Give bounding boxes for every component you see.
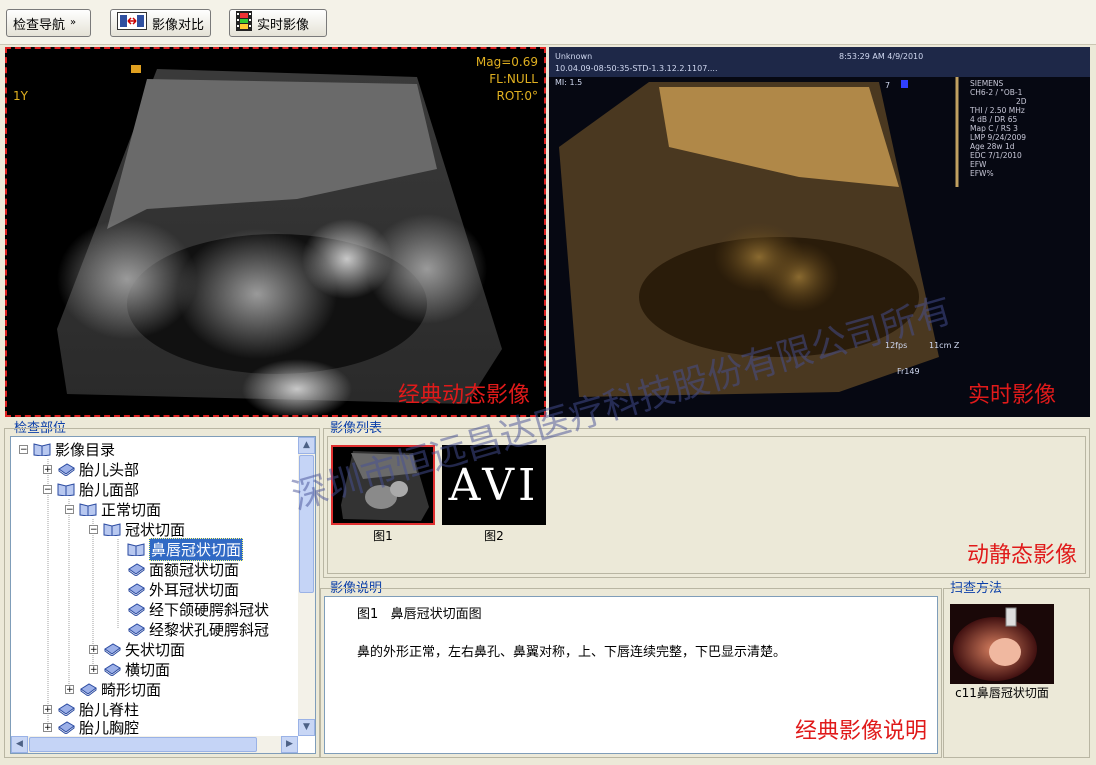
selected-label: 鼻唇冠状切面 (149, 537, 244, 561)
mi-readout: MI: 1.5 (555, 78, 583, 87)
collapse-icon[interactable]: − (65, 504, 74, 514)
tree-item-sagittal-section[interactable]: + 矢状切面 (89, 639, 185, 659)
thumbnail-1[interactable] (331, 445, 435, 525)
exam-nav-label: 检查导航 (13, 17, 66, 33)
tree-item-fetal-chest[interactable]: + 胎儿胸腔 (43, 717, 139, 737)
expand-icon[interactable]: + (43, 704, 52, 714)
thumbnail-1-label: 图1 (373, 529, 393, 543)
scroll-down-button[interactable]: ▼ (298, 719, 315, 736)
open-book-icon (33, 442, 51, 457)
live-image-viewer[interactable]: Unknown 10.04.09-08:50:35-STD-1.3.12.2.1… (549, 47, 1090, 417)
thumbnail-1-image (341, 451, 429, 521)
description-caption: 经典影像说明 (794, 719, 927, 744)
expand-icon[interactable]: + (89, 664, 98, 674)
timestamp: 8:53:29 AM 4/9/2010 (839, 52, 924, 61)
fl-readout: FL:NULL (489, 72, 538, 86)
tree-item-abnormal-section[interactable]: + 畸形切面 (65, 679, 161, 699)
expand-icon[interactable]: + (43, 722, 52, 732)
scroll-up-button[interactable]: ▲ (298, 437, 315, 454)
description-heading: 图1 鼻唇冠状切面图 (357, 607, 482, 622)
collapse-icon[interactable]: − (89, 524, 98, 534)
book-icon (127, 602, 145, 617)
scan-diagram (953, 607, 1037, 681)
rot-readout: ROT:0° (496, 89, 538, 103)
age-tag: 1Y (13, 89, 28, 103)
image-list-caption: 动静态影像 (966, 543, 1077, 568)
tree-item-transverse-section[interactable]: + 横切面 (89, 659, 170, 679)
open-book-icon (57, 482, 75, 497)
tree-item-fetal-head[interactable]: + 胎儿头部 (43, 459, 139, 479)
exam-nav-button[interactable]: 检查导航 » (6, 9, 91, 37)
tree-item-fetal-face[interactable]: − 胎儿面部 (43, 479, 139, 499)
live-image-label: 实时影像 (257, 17, 310, 33)
tree-item-coronal-section[interactable]: − 冠状切面 (89, 519, 185, 539)
tree-item-nose-lip-coronal[interactable]: 鼻唇冠状切面 (127, 537, 244, 561)
frame-marker: 7 (885, 81, 891, 90)
tree-item-image-catalog[interactable]: − 影像目录 (19, 439, 115, 459)
scroll-thumb[interactable] (299, 455, 314, 593)
tree-item-normal-section[interactable]: − 正常切面 (65, 499, 161, 519)
tree-horizontal-scrollbar[interactable]: ◀ ▶ (11, 736, 298, 753)
collapse-icon[interactable]: − (19, 444, 28, 454)
expand-icon[interactable]: + (89, 644, 98, 654)
patient-name: Unknown (555, 52, 593, 61)
double-chevron-down-icon: » (70, 17, 77, 28)
h-scroll-thumb[interactable] (29, 737, 257, 752)
classic-dynamic-viewer[interactable]: Mag=0.69 FL:NULL ROT:0° 1Y 经典动态影像 (5, 47, 546, 417)
thumbnail-2[interactable]: AVI (442, 445, 546, 525)
fps-readout: 12fps (885, 341, 908, 350)
collapse-icon[interactable]: − (43, 484, 52, 494)
live-image-caption: 实时影像 (967, 383, 1056, 408)
tree-item-forehead-coronal[interactable]: 面额冠状切面 (127, 559, 239, 579)
book-icon (57, 720, 75, 735)
frame-readout: Fr149 (897, 367, 920, 376)
depth-readout: 11cm Z (929, 341, 960, 350)
film-icon (236, 11, 252, 35)
tree-item-mandible-palate-oblique[interactable]: 经下颌硬腭斜冠状 (127, 599, 269, 619)
image-list-area: 图1 AVI 图2 动静态影像 (327, 436, 1086, 574)
avi-badge: AVI (448, 459, 540, 511)
image-compare-label: 影像对比 (152, 17, 205, 33)
image-compare-button[interactable]: 影像对比 (110, 9, 211, 37)
book-icon (127, 582, 145, 597)
book-icon (127, 562, 145, 577)
open-book-icon (103, 522, 121, 537)
book-icon (57, 462, 75, 477)
book-icon (57, 702, 75, 717)
live-image-button[interactable]: 实时影像 (229, 9, 327, 37)
expand-icon[interactable]: + (43, 464, 52, 474)
description-body: 鼻的外形正常，左右鼻孔、鼻翼对称，上、下唇连续完整，下巴显示清楚。 (357, 645, 787, 660)
mag-readout: Mag=0.69 (475, 55, 538, 69)
ultrasound-image (57, 65, 502, 415)
classic-dynamic-caption: 经典动态影像 (397, 383, 530, 408)
exam-tree[interactable]: − 影像目录 + 胎儿头部 − 胎儿面部 − 正常切面 − 冠状切面 鼻唇冠状切… (10, 436, 316, 754)
scan-method-label: c11鼻唇冠状切面 (955, 686, 1049, 700)
open-book-icon (127, 542, 145, 557)
book-icon (103, 642, 121, 657)
tree-item-outer-ear-coronal[interactable]: 外耳冠状切面 (127, 579, 239, 599)
tree-vertical-scrollbar[interactable]: ▲ ▼ (298, 437, 315, 736)
toolbar: 检查导航 » 影像对比 实时影像 (0, 0, 1096, 45)
tree-item-foramen-palate-oblique[interactable]: 经黎状孔硬腭斜冠 (127, 619, 269, 639)
study-id: 10.04.09-08:50:35-STD-1.3.12.2.1107.... (555, 64, 718, 73)
siemens-params: SIEMENS CH6-2 / "OB-1 2D THI / 2.50 MHz … (970, 79, 1027, 178)
book-icon (103, 662, 121, 677)
scan-method-image[interactable] (950, 604, 1054, 684)
description-text-area[interactable]: 图1 鼻唇冠状切面图 鼻的外形正常，左右鼻孔、鼻翼对称，上、下唇连续完整，下巴显… (324, 596, 938, 754)
scroll-left-button[interactable]: ◀ (11, 736, 28, 753)
open-book-icon (79, 502, 97, 517)
book-icon (127, 622, 145, 637)
book-icon (79, 682, 97, 697)
compare-icon (117, 12, 147, 34)
thumbnail-2-label: 图2 (484, 529, 504, 543)
scroll-right-button[interactable]: ▶ (281, 736, 298, 753)
expand-icon[interactable]: + (65, 684, 74, 694)
bookmark-icon (901, 80, 908, 88)
